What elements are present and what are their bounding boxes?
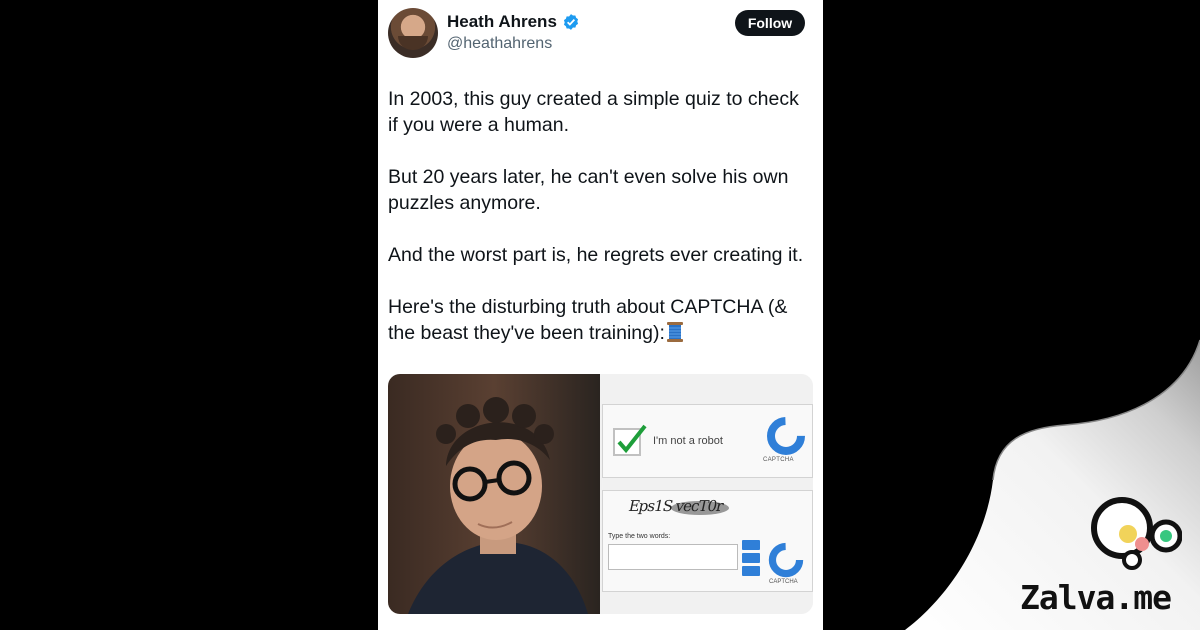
recaptcha-label: I'm not a robot — [653, 435, 723, 447]
tweet-paragraph-3: And the worst part is, he regrets ever c… — [388, 244, 804, 266]
follow-button[interactable]: Follow — [735, 10, 805, 36]
captcha-logo-icon — [768, 542, 804, 578]
handle[interactable]: @heathahrens — [447, 35, 552, 53]
captcha-logo-icon — [767, 417, 805, 455]
captcha-panel: I'm not a robot CAPTCHA Eps1S vecT0r Typ… — [600, 374, 813, 614]
display-name[interactable]: Heath Ahrens — [447, 12, 557, 32]
tweet-paragraph-1: In 2003, this guy created a simple quiz … — [388, 88, 799, 136]
legacy-captcha-widget: Eps1S vecT0r Type the two words: CAPTCHA — [602, 490, 813, 592]
tweet-media[interactable]: I'm not a robot CAPTCHA Eps1S vecT0r Typ… — [388, 374, 813, 614]
verified-badge-icon — [563, 14, 579, 30]
tweet-paragraph-2: But 20 years later, he can't even solve … — [388, 166, 789, 214]
captcha-answer-input[interactable] — [608, 544, 738, 570]
captcha-brand: CAPTCHA — [763, 457, 794, 463]
audio-icon[interactable] — [742, 553, 760, 563]
portrait-photo — [388, 374, 600, 614]
zalva-logo-icon — [1091, 497, 1182, 570]
help-icon[interactable] — [742, 566, 760, 576]
distorted-captcha-text: Eps1S vecT0r — [627, 497, 725, 515]
avatar[interactable] — [388, 8, 438, 58]
spool-of-thread-icon — [666, 322, 683, 342]
tweet-paragraph-4-text: Here's the disturbing truth about CAPTCH… — [388, 296, 788, 344]
brand-name: Zalva.me — [1020, 578, 1172, 617]
type-words-label: Type the two words: — [608, 533, 671, 540]
tweet-card: Heath Ahrens @heathahrens Follow In 2003… — [378, 0, 823, 630]
captcha-brand: CAPTCHA — [769, 579, 798, 585]
tweet-text: In 2003, this guy created a simple quiz … — [388, 86, 813, 346]
tweet-paragraph-4: Here's the disturbing truth about CAPTCH… — [388, 294, 813, 346]
checkmark-icon[interactable] — [613, 423, 647, 457]
recaptcha-widget[interactable]: I'm not a robot CAPTCHA — [602, 404, 813, 478]
refresh-icon[interactable] — [742, 540, 760, 550]
